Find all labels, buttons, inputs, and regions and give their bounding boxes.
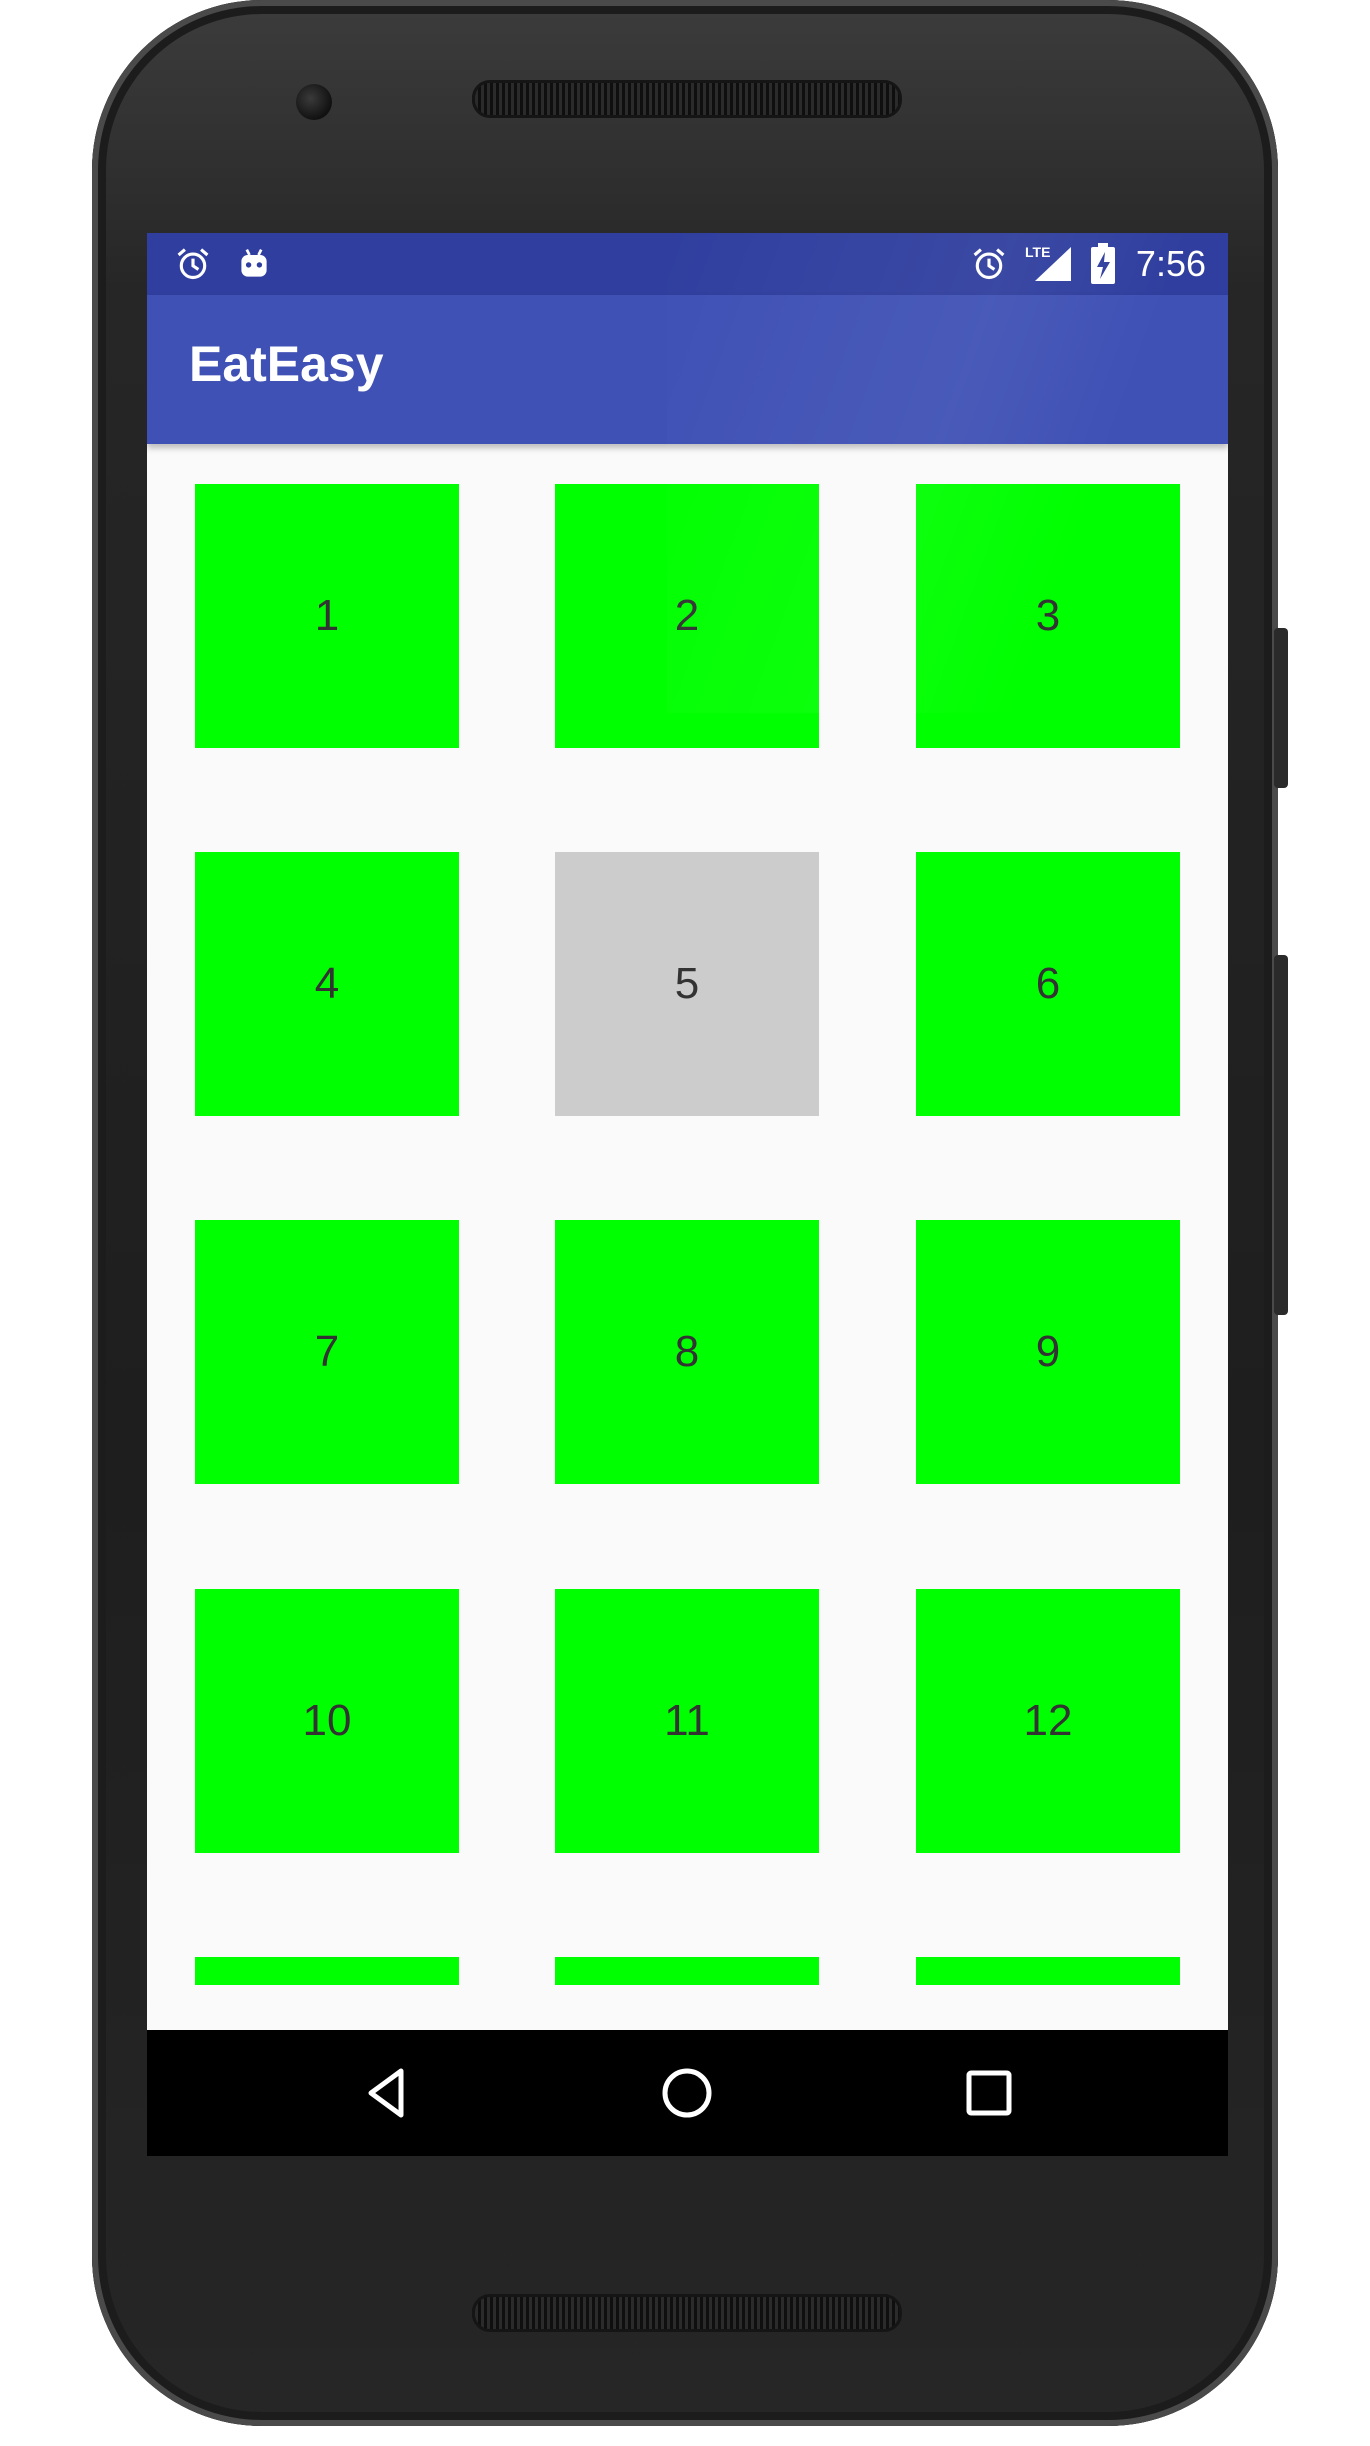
power-button	[1274, 628, 1288, 788]
tile-grid: 1 2 3 4 5 6 7 8 9 10 11 12	[147, 444, 1228, 2156]
tile-label: 9	[1035, 1327, 1061, 1376]
front-camera	[296, 84, 332, 120]
grid-tile-3[interactable]: 3	[916, 484, 1180, 748]
tile-label: 2	[674, 591, 700, 640]
grid-tile-11[interactable]: 11	[555, 1589, 819, 1853]
alarm-icon	[177, 248, 209, 280]
tile-label: 7	[314, 1327, 340, 1376]
tile-label: 12	[1023, 1696, 1073, 1745]
tile-label: 1	[314, 591, 340, 640]
grid-tile-partial[interactable]	[195, 1957, 459, 1985]
navigation-bar	[147, 2030, 1228, 2156]
app-title: EatEasy	[189, 336, 384, 392]
grid-tile-8[interactable]: 8	[555, 1220, 819, 1484]
grid-tile-partial[interactable]	[555, 1957, 819, 1985]
tile-label: 5	[674, 959, 700, 1008]
volume-button	[1274, 955, 1288, 1315]
grid-tile-6[interactable]: 6	[916, 852, 1180, 1116]
recents-icon[interactable]	[959, 2063, 1019, 2123]
grid-tile-12[interactable]: 12	[916, 1589, 1180, 1853]
android-debug-icon	[241, 248, 267, 277]
status-time: 7:56	[1135, 243, 1206, 284]
grid-tile-9[interactable]: 9	[916, 1220, 1180, 1484]
tile-label: 10	[302, 1696, 352, 1745]
grid-tile-4[interactable]: 4	[195, 852, 459, 1116]
earpiece-speaker	[472, 80, 902, 118]
tile-label: 6	[1035, 959, 1061, 1008]
app-bar: EatEasy	[147, 295, 1228, 444]
alarm-icon	[973, 248, 1005, 280]
network-label: LTE	[1025, 244, 1050, 260]
back-icon[interactable]	[357, 2063, 417, 2123]
bottom-speaker	[472, 2294, 902, 2332]
tile-label: 3	[1035, 591, 1061, 640]
grid-tile-1[interactable]: 1	[195, 484, 459, 748]
device-screen: LTE 7:56 EatEasy 1 2 3 4 5 6 7 8 9 10 11…	[147, 233, 1228, 2156]
lte-signal-icon: LTE	[1025, 244, 1071, 281]
grid-tile-5[interactable]: 5	[555, 852, 819, 1116]
grid-tile-2[interactable]: 2	[555, 484, 819, 748]
battery-charging-icon	[1091, 243, 1115, 284]
tile-label: 11	[664, 1696, 710, 1745]
tile-label: 4	[314, 959, 340, 1008]
grid-tile-partial[interactable]	[916, 1957, 1180, 1985]
home-icon[interactable]	[657, 2063, 717, 2123]
status-bar: LTE 7:56	[147, 233, 1228, 295]
grid-tile-7[interactable]: 7	[195, 1220, 459, 1484]
tile-label: 8	[674, 1327, 700, 1376]
grid-tile-10[interactable]: 10	[195, 1589, 459, 1853]
